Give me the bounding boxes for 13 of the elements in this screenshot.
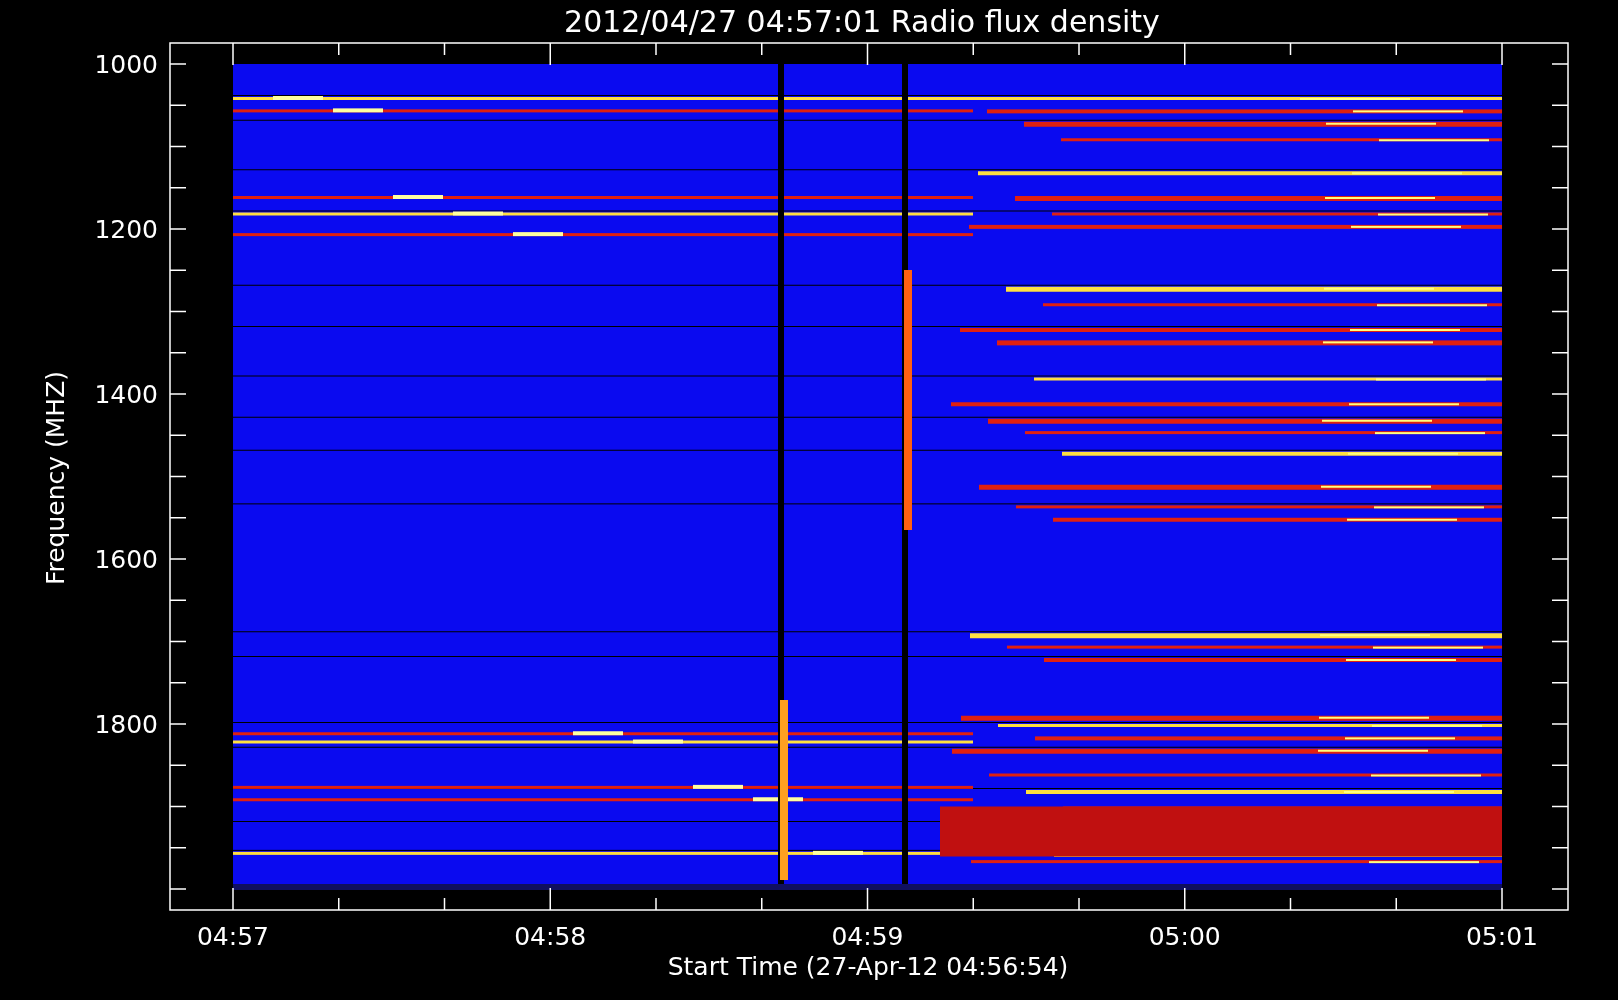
y-tick-label: 1600: [94, 545, 158, 574]
y-tick-label: 1200: [94, 215, 158, 244]
x-tick-label: 04:59: [831, 922, 904, 951]
y-tick-label: 1800: [94, 710, 158, 739]
x-tick-label: 05:00: [1148, 922, 1221, 951]
y-tick-label: 1000: [94, 50, 158, 79]
chart-title: 2012/04/27 04:57:01 Radio flux density: [564, 4, 1160, 39]
x-tick-label: 05:01: [1466, 922, 1538, 951]
y-axis-label: Frequency (MHZ): [41, 370, 70, 586]
x-axis-label: Start Time (27-Apr-12 04:56:54): [667, 952, 1069, 981]
x-tick-label: 04:58: [514, 922, 587, 951]
x-tick-label: 04:57: [197, 922, 269, 951]
y-tick-label: 1400: [94, 380, 158, 409]
